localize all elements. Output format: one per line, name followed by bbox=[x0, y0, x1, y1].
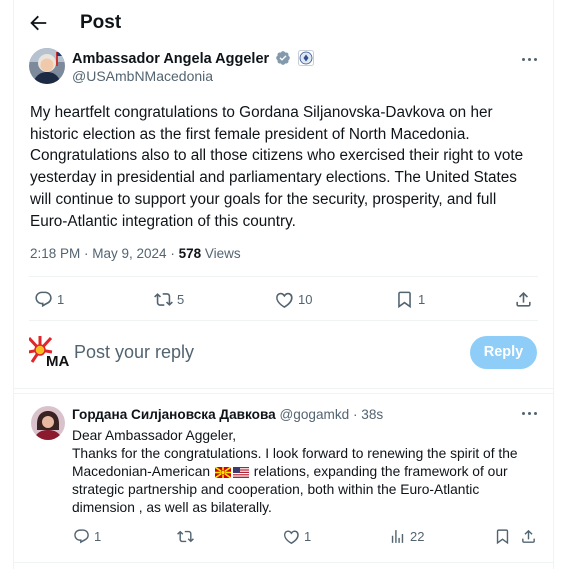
divider bbox=[29, 276, 538, 277]
reply-icon bbox=[35, 291, 52, 308]
reply-count: 1 bbox=[57, 292, 65, 307]
us-flag-icon bbox=[232, 467, 249, 479]
page-title: Post bbox=[80, 12, 122, 33]
views-count: 578 bbox=[178, 246, 202, 261]
post-text: My heartfelt congratulations to Gordana … bbox=[30, 104, 524, 230]
divider bbox=[14, 562, 553, 563]
reply-text: Dear Ambassador Aggeler, Thanks for the … bbox=[72, 427, 532, 517]
share-icon bbox=[522, 529, 535, 543]
post-meta: 2:18 PM · May 9, 2024 · 578 Views bbox=[30, 246, 241, 261]
post-timestamp[interactable]: 2:18 PM · May 9, 2024 · bbox=[30, 246, 179, 261]
reply-share-button[interactable] bbox=[520, 528, 537, 545]
reply-bookmark-button[interactable] bbox=[494, 528, 511, 545]
more-icon[interactable] bbox=[521, 57, 539, 63]
bookmark-button[interactable]: 1 bbox=[395, 290, 425, 309]
like-count: 10 bbox=[298, 292, 313, 307]
share-button[interactable] bbox=[514, 290, 533, 309]
reply-author-handle[interactable]: @gogamkd · 38s bbox=[279, 407, 383, 422]
reply-button[interactable]: 1 bbox=[34, 290, 64, 309]
views-label: Views bbox=[201, 246, 241, 261]
bookmark-count: 1 bbox=[418, 292, 426, 307]
reply-submit-button[interactable]: Reply bbox=[470, 336, 537, 369]
reply-icon bbox=[74, 529, 89, 544]
reply-author-avatar[interactable] bbox=[31, 406, 65, 440]
reply-views-count: 22 bbox=[410, 529, 425, 544]
current-user-avatar[interactable]: MA bbox=[29, 336, 69, 370]
svg-text:MA: MA bbox=[46, 353, 69, 370]
reply-author-name[interactable]: Гордана Силјановска Давкова bbox=[72, 407, 276, 422]
divider bbox=[14, 388, 553, 389]
verified-badge-icon[interactable] bbox=[275, 50, 291, 66]
reply-like-count: 1 bbox=[304, 529, 312, 544]
reply-views-button[interactable]: 22 bbox=[389, 528, 424, 545]
reply-like-button[interactable]: 1 bbox=[283, 528, 311, 545]
reply-author-row: Гордана Силјановска Давкова @gogamkd · 3… bbox=[72, 407, 383, 422]
repost-count: 5 bbox=[177, 292, 185, 307]
like-button[interactable]: 10 bbox=[275, 290, 312, 309]
reply-body: Thanks for the congratulations. I look f… bbox=[72, 445, 532, 517]
macedonia-flag-icon bbox=[214, 467, 231, 479]
reply-reply-button[interactable]: 1 bbox=[73, 528, 101, 545]
reply-reply-count: 1 bbox=[94, 529, 102, 544]
share-icon bbox=[516, 292, 531, 307]
more-icon[interactable] bbox=[521, 411, 539, 417]
bookmark-icon bbox=[496, 529, 509, 545]
heart-icon bbox=[284, 530, 299, 545]
author-name[interactable]: Ambassador Angela Aggeler bbox=[72, 51, 269, 67]
repost-icon bbox=[177, 530, 194, 543]
author-name-row: Ambassador Angela Aggeler bbox=[72, 50, 315, 67]
reply-repost-button[interactable] bbox=[177, 528, 194, 545]
heart-icon bbox=[276, 292, 293, 308]
reply-greeting: Dear Ambassador Aggeler, bbox=[72, 428, 237, 443]
divider bbox=[29, 320, 538, 321]
author-avatar[interactable] bbox=[29, 48, 65, 84]
divider bbox=[14, 393, 553, 394]
author-handle[interactable]: @USAmbNMacedonia bbox=[72, 68, 213, 84]
repost-icon bbox=[154, 293, 173, 306]
views-bars-icon bbox=[391, 530, 404, 543]
timeline-column: Post Ambassador Angela Aggeler @USAmbNMa… bbox=[13, 0, 554, 569]
page-header: Post bbox=[14, 0, 553, 46]
repost-button[interactable]: 5 bbox=[154, 290, 184, 309]
bookmark-icon bbox=[398, 291, 411, 309]
reply-input[interactable]: Post your reply bbox=[74, 342, 194, 363]
arrow-left-icon[interactable] bbox=[27, 12, 49, 34]
us-seal-icon[interactable] bbox=[298, 50, 315, 66]
